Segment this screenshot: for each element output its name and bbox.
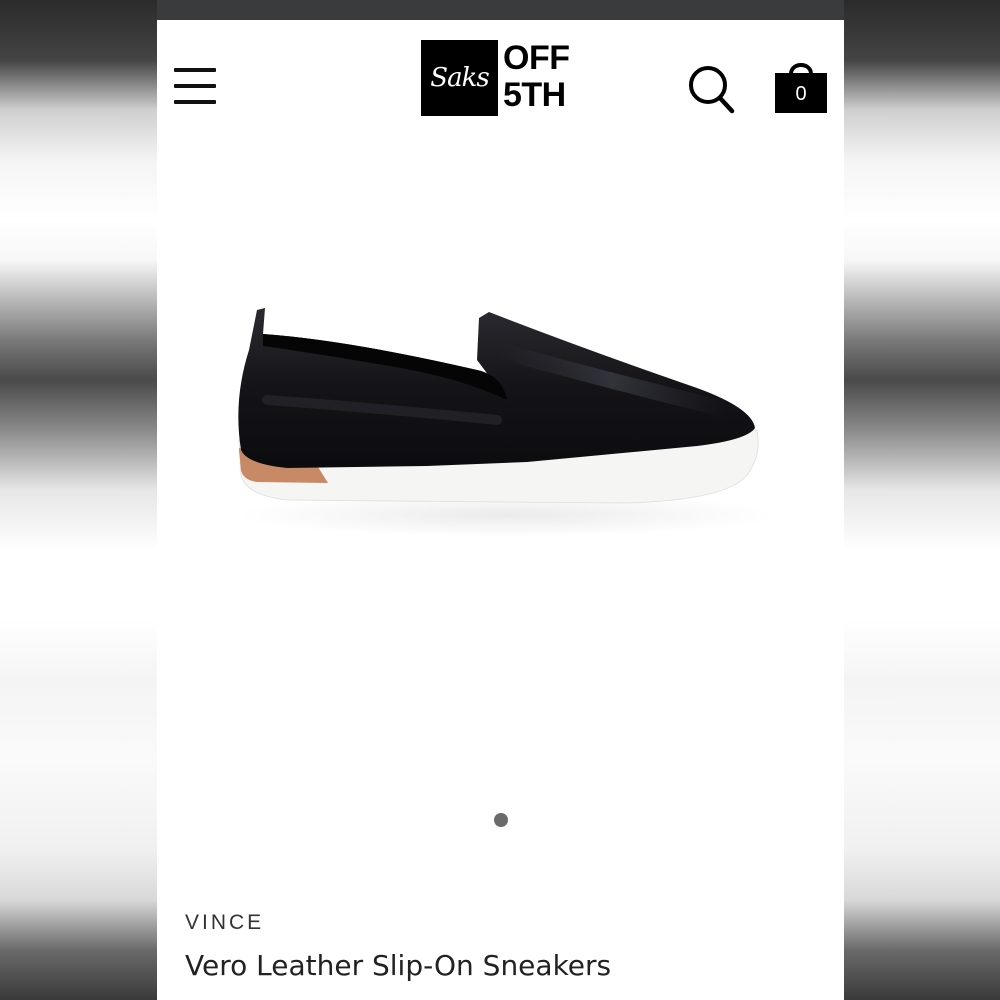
- product-name: Vero Leather Slip-On Sneakers: [185, 949, 612, 982]
- cart-count-badge: 0: [795, 83, 807, 105]
- search-icon[interactable]: [687, 64, 735, 114]
- carousel-indicator-dot[interactable]: [494, 813, 508, 827]
- menu-line: [174, 68, 216, 72]
- product-image[interactable]: [227, 290, 787, 550]
- logo-wordmark: OFF 5TH: [503, 40, 583, 114]
- hamburger-menu-icon[interactable]: [174, 68, 216, 104]
- logo-line-off: OFF: [503, 39, 570, 77]
- saks-logo-mark: Saks: [421, 40, 498, 116]
- menu-line: [174, 84, 216, 88]
- screenshot-stage: Saks OFF 5TH 0 VINCE Vero Leather Slip-O…: [0, 0, 1000, 1000]
- blurred-backdrop-left: [0, 0, 157, 1000]
- menu-line: [174, 100, 216, 104]
- product-brand[interactable]: VINCE: [185, 911, 264, 935]
- logo-line-5th: 5TH: [503, 76, 566, 114]
- saks-off-5th-logo[interactable]: Saks OFF 5TH: [421, 40, 581, 116]
- status-bar: [157, 0, 844, 20]
- blurred-backdrop-right: [844, 0, 1000, 1000]
- mobile-page: Saks OFF 5TH 0 VINCE Vero Leather Slip-O…: [157, 0, 844, 1000]
- shopping-bag-icon[interactable]: 0: [774, 58, 830, 114]
